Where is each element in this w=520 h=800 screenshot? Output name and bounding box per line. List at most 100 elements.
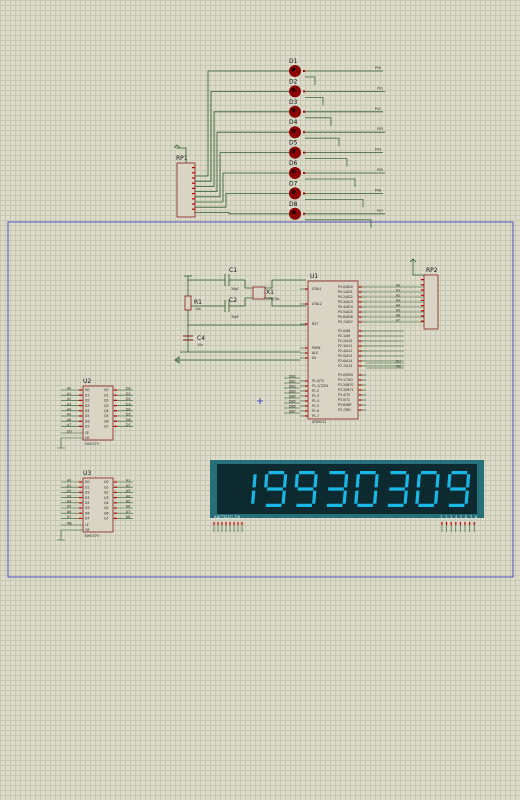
- rp1-pin: [192, 167, 195, 169]
- segment-d: [448, 503, 465, 507]
- led-rp1-wire: [195, 111, 289, 187]
- rp2-pin: [421, 299, 424, 301]
- u1-net-label: DB0: [289, 375, 296, 379]
- u2-out-net: D3: [126, 402, 130, 406]
- u3-in-net: A3: [67, 494, 71, 498]
- u2-in-net: A0: [67, 387, 71, 391]
- rp1-pin: [192, 177, 195, 179]
- u1-pin-label: P0.4/AD4: [338, 305, 353, 309]
- u1-pin-label: P3.7/RD: [338, 408, 351, 412]
- rp1-pin: [192, 193, 195, 195]
- led-d7[interactable]: D7 P06: [289, 180, 381, 200]
- segment-g: [267, 487, 283, 491]
- u3-in-net: A7: [67, 515, 71, 519]
- u3-d-pin: D6: [85, 511, 89, 515]
- x1-value: CRYSTAL: [266, 297, 280, 301]
- led-d5[interactable]: D5 P04: [289, 140, 381, 159]
- u1-pin-label: P3.5/T1: [338, 398, 350, 402]
- u1-pin-label: P0.6/AD6: [338, 315, 353, 319]
- u2-d-pin: D5: [85, 414, 89, 418]
- segment-d: [326, 503, 343, 507]
- led-body: [289, 187, 301, 200]
- mcu-u1[interactable]: U1 AT89C52 XTAL1XTAL2RSTPSENALEEAP1.0/T2…: [300, 273, 366, 424]
- led-net-label: P04: [375, 148, 381, 152]
- u1-pin-label: P1.7: [312, 414, 319, 418]
- u1-net-label: DB2: [289, 385, 296, 389]
- u2-d-pin: D2: [85, 399, 89, 403]
- u2-in-net: A7: [67, 423, 71, 427]
- u1-net-label: A0: [396, 284, 400, 288]
- u3-in-net: A2: [67, 489, 71, 493]
- u2-q-pin: Q0: [104, 388, 109, 392]
- u2-out-net: DS: [126, 387, 130, 391]
- u2-d-pin: D4: [85, 409, 89, 413]
- u3-q-pin: Q5: [104, 506, 109, 510]
- led-bus-wire: [305, 76, 316, 85]
- u1-pin-label: P0.0/AD0: [338, 285, 353, 289]
- resistor-r1[interactable]: R1 10k: [184, 295, 202, 311]
- resistor-pack-rp1[interactable]: RP1: [173, 144, 196, 218]
- led-ref: D8: [289, 201, 298, 208]
- led-net-label: P03: [377, 127, 383, 131]
- u1-pin-label: P2.7/A15: [338, 364, 352, 368]
- led-d2[interactable]: D2 P01: [289, 78, 383, 98]
- capacitor-c1[interactable]: C1 30pF: [229, 267, 239, 291]
- resistor-pack-rp2[interactable]: RP2: [409, 258, 439, 330]
- led-body: [289, 65, 301, 77]
- c2-ref: C2: [229, 297, 237, 304]
- led-net-label: P00: [375, 66, 381, 70]
- led-shade: [291, 169, 296, 174]
- segment-d: [387, 503, 404, 507]
- u1-net-label: A5: [396, 309, 400, 313]
- u1-pin-label: P2.4/A12: [338, 349, 352, 353]
- led-pin: [303, 212, 305, 215]
- u2-ref: U2: [83, 378, 91, 385]
- led-ref: D7: [289, 180, 298, 187]
- led-pin: [303, 151, 305, 154]
- led-d8[interactable]: D8 P07: [289, 201, 383, 220]
- led-d4[interactable]: D4 P03: [289, 119, 383, 139]
- led-ref: D4: [289, 119, 298, 126]
- capacitor-c4[interactable]: C4 10u: [183, 335, 205, 347]
- u2-q-pin: Q6: [104, 419, 109, 423]
- u2-d-pin: D6: [85, 419, 89, 423]
- led-bus-wire: [305, 137, 340, 147]
- led-d6[interactable]: D6 P05: [289, 160, 383, 179]
- segment-a: [359, 471, 376, 475]
- u3-q-pin: Q0: [104, 480, 109, 484]
- u1-net-label: A7: [396, 319, 400, 323]
- capacitor-c2[interactable]: C2 30pF: [229, 297, 239, 319]
- display-pins: [213, 522, 475, 532]
- led-ref: D2: [289, 78, 298, 85]
- led-bus-wire: [305, 158, 348, 167]
- segment-a: [268, 471, 285, 475]
- u1-pin-label: P3.1/TXD: [338, 378, 353, 382]
- seven-segment-display[interactable]: ABCDEFG DP 12345678: [210, 460, 484, 532]
- latch-u3[interactable]: U3 74HC573 A0 D0 Q0 A1 A1 D1 Q1 A2 A2 D2 Q2 A3 A3 D3 Q3 A…: [57, 470, 133, 541]
- segment-g: [389, 487, 405, 491]
- led-pin: [303, 172, 305, 174]
- u3-le-pin: LE: [85, 523, 89, 527]
- u1-pin-label: P2.6/A14: [338, 359, 352, 363]
- led-net-label: P05: [377, 168, 383, 172]
- segment-a: [298, 471, 315, 475]
- led-body: [289, 146, 301, 159]
- u2-in-net: A1: [67, 392, 71, 396]
- rp1-pin: [192, 182, 195, 184]
- u2-in-net: A5: [67, 413, 71, 417]
- led-bus-wire: [305, 97, 324, 106]
- crystal-x1[interactable]: X1 CRYSTAL: [252, 286, 280, 301]
- led-body: [289, 105, 301, 118]
- u2-q-pin: Q5: [104, 414, 109, 418]
- u1-pin-label: P2.2/A10: [338, 339, 352, 343]
- led-d3[interactable]: D3 P02: [289, 99, 381, 118]
- u3-ref: U3: [83, 470, 91, 477]
- rp1-pin: [192, 172, 195, 174]
- led-d1[interactable]: D1 P00: [289, 58, 381, 77]
- u3-d-pin: D2: [85, 491, 89, 495]
- u2-in-net: A2: [67, 397, 71, 401]
- latch-u2[interactable]: U2 74HC573 A0 D0 Q0 DS A1 D1 Q1 D1 A2 D2 Q2 D2 A3 D3 Q3 D…: [57, 378, 133, 449]
- c1-value: 30pF: [231, 287, 239, 291]
- u3-q-pin: Q4: [104, 501, 109, 505]
- u1-net-label: DU: [396, 360, 401, 364]
